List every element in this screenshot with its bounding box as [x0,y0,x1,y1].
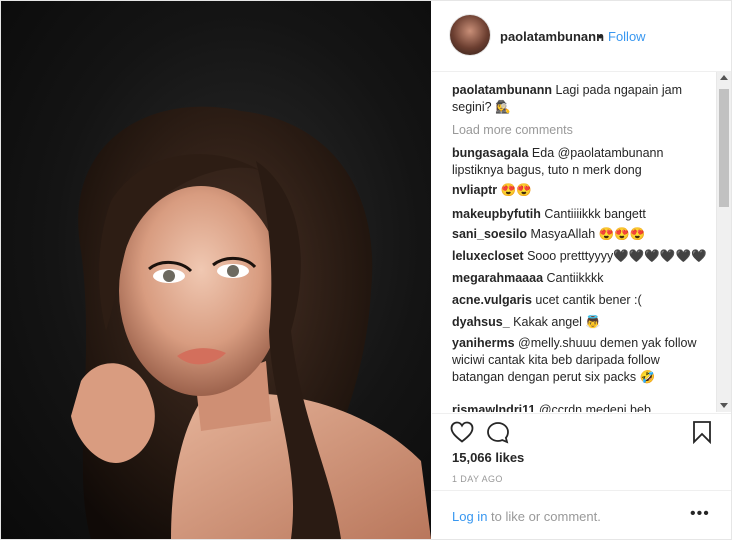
comments-scrollbar[interactable] [716,72,731,412]
comment-text: MasyaAllah 😍😍😍 [530,227,646,241]
comment-username[interactable]: yaniherms [452,336,515,350]
comment-item: dyahsus_ Kakak angel 👼 [452,314,714,331]
login-prompt-text: to like or comment. [487,509,601,524]
comment-item: leluxecloset Sooo pretttyyyy🖤🖤🖤🖤🖤🖤 [452,248,714,265]
portrait-image [71,106,431,539]
caption-username[interactable]: paolatambunann [452,83,552,97]
comment-item: nvliaptr 😍😍 [452,182,714,199]
comment-icon[interactable] [486,421,510,448]
comment-item: rismawlndri11 @ccrdn medeni beb [452,402,714,412]
comment-text: ucet cantik bener :( [535,293,642,307]
comment-item: acne.vulgaris ucet cantik bener :( [452,292,714,309]
comment-username[interactable]: dyahsus_ [452,315,510,329]
avatar[interactable] [450,15,490,55]
comment-text: Cantiiiikkk bangett [544,207,646,221]
comment-item: megarahmaaaa Cantiikkkk [452,270,714,287]
comment-text: Sooo pretttyyyy🖤🖤🖤🖤🖤🖤 [527,249,707,263]
comment-item: bungasagala Eda @paolatambunann lipstikn… [452,145,714,179]
comment-username[interactable]: nvliaptr [452,183,497,197]
comment-username[interactable]: leluxecloset [452,249,524,263]
comment-text: Kakak angel 👼 [513,315,601,329]
comment-item: sani_soesilo MasyaAllah 😍😍😍 [452,226,714,243]
heart-icon[interactable] [450,421,474,446]
bookmark-icon[interactable] [692,420,712,447]
comments-list[interactable]: paolatambunann Lagi pada ngapain jam seg… [432,72,717,412]
comment-username[interactable]: megarahmaaaa [452,271,543,285]
scroll-down-arrow-icon[interactable] [720,403,728,408]
comment-item: yaniherms @melly.shuuu demen yak follow … [452,335,714,386]
comment-text: 😍😍 [500,183,532,197]
comment-username[interactable]: acne.vulgaris [452,293,532,307]
header-separator: • [598,29,603,44]
comment-text: @ccrdn medeni beb [538,403,651,412]
follow-button[interactable]: Follow [608,29,646,44]
post-side-panel: paolatambunann • Follow paolatambunann L… [432,1,731,539]
comment-username[interactable]: bungasagala [452,146,528,160]
more-options-icon[interactable]: ••• [690,505,710,523]
post-modal: paolatambunann • Follow paolatambunann L… [0,0,732,540]
likes-count[interactable]: 15,066 likes [452,450,524,465]
comment-username[interactable]: sani_soesilo [452,227,527,241]
comment-username[interactable]: rismawlndri11 [452,403,535,412]
comment-username[interactable]: makeupbyfutih [452,207,541,221]
login-bar: Log in to like or comment. ••• [432,490,731,540]
post-timestamp[interactable]: 1 DAY AGO [452,474,503,484]
scroll-up-arrow-icon[interactable] [720,75,728,80]
comment-text: Cantiikkkk [546,271,604,285]
login-link[interactable]: Log in [452,509,487,524]
caption: paolatambunann Lagi pada ngapain jam seg… [452,82,714,116]
post-photo[interactable] [1,1,431,539]
post-header: paolatambunann • Follow [432,1,731,72]
author-username[interactable]: paolatambunann [500,29,604,44]
scrollbar-thumb[interactable] [719,89,729,207]
login-prompt: Log in to like or comment. [452,509,601,524]
comment-item: makeupbyfutih Cantiiiikkk bangett [452,206,714,223]
post-actions: 15,066 likes 1 DAY AGO Log in to like or… [432,413,731,539]
load-more-comments-button[interactable]: Load more comments [452,123,573,137]
